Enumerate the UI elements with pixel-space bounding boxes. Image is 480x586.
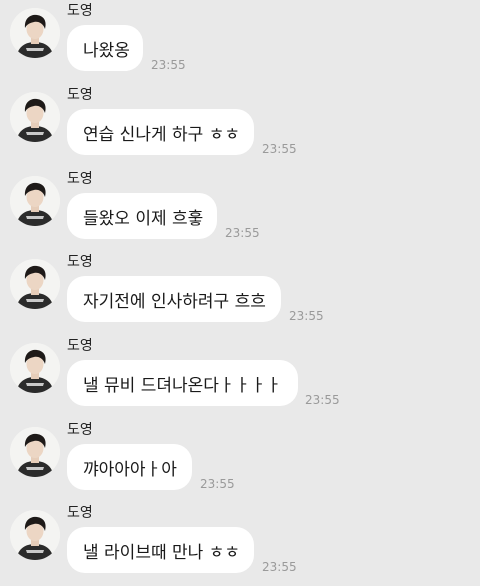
avatar[interactable] xyxy=(10,343,60,393)
chat-message: 도영 나왔옹 23:55 xyxy=(0,0,480,80)
message-bubble[interactable]: 들왔오 이제 흐훟 xyxy=(67,193,217,239)
sender-name: 도영 xyxy=(67,338,93,354)
message-timestamp: 23:55 xyxy=(262,142,297,156)
message-timestamp: 23:55 xyxy=(200,477,235,491)
avatar[interactable] xyxy=(10,427,60,477)
sender-name: 도영 xyxy=(67,254,93,270)
message-bubble[interactable]: 낼 뮤비 드뎌나온다ㅏㅏㅏㅏ xyxy=(67,360,298,406)
avatar[interactable] xyxy=(10,176,60,226)
message-bubble[interactable]: 연습 신나게 하구 ㅎㅎ xyxy=(67,109,254,155)
message-timestamp: 23:55 xyxy=(225,226,260,240)
chat-message: 도영 꺄아아아ㅏ아 23:55 xyxy=(0,419,480,499)
chat-message: 도영 들왔오 이제 흐훟 23:55 xyxy=(0,168,480,248)
sender-name: 도영 xyxy=(67,87,93,103)
message-bubble[interactable]: 자기전에 인사하려구 흐흐 xyxy=(67,276,281,322)
message-timestamp: 23:55 xyxy=(289,309,324,323)
sender-name: 도영 xyxy=(67,3,93,19)
avatar[interactable] xyxy=(10,259,60,309)
message-bubble[interactable]: 나왔옹 xyxy=(67,25,143,71)
avatar[interactable] xyxy=(10,8,60,58)
message-timestamp: 23:55 xyxy=(262,560,297,574)
message-timestamp: 23:55 xyxy=(151,58,186,72)
chat-message: 도영 낼 라이브때 만나 ㅎㅎ 23:55 xyxy=(0,502,480,582)
message-bubble[interactable]: 낼 라이브때 만나 ㅎㅎ xyxy=(67,527,254,573)
chat-message: 도영 낼 뮤비 드뎌나온다ㅏㅏㅏㅏ 23:55 xyxy=(0,335,480,415)
chat-message-list[interactable]: 도영 나왔옹 23:55 도영 연습 신나게 하구 ㅎㅎ 23:55 도영 들왔… xyxy=(0,0,480,586)
sender-name: 도영 xyxy=(67,422,93,438)
message-bubble[interactable]: 꺄아아아ㅏ아 xyxy=(67,444,192,490)
sender-name: 도영 xyxy=(67,171,93,187)
avatar[interactable] xyxy=(10,510,60,560)
sender-name: 도영 xyxy=(67,505,93,521)
chat-message: 도영 연습 신나게 하구 ㅎㅎ 23:55 xyxy=(0,84,480,164)
avatar[interactable] xyxy=(10,92,60,142)
chat-message: 도영 자기전에 인사하려구 흐흐 23:55 xyxy=(0,251,480,331)
message-timestamp: 23:55 xyxy=(305,393,340,407)
